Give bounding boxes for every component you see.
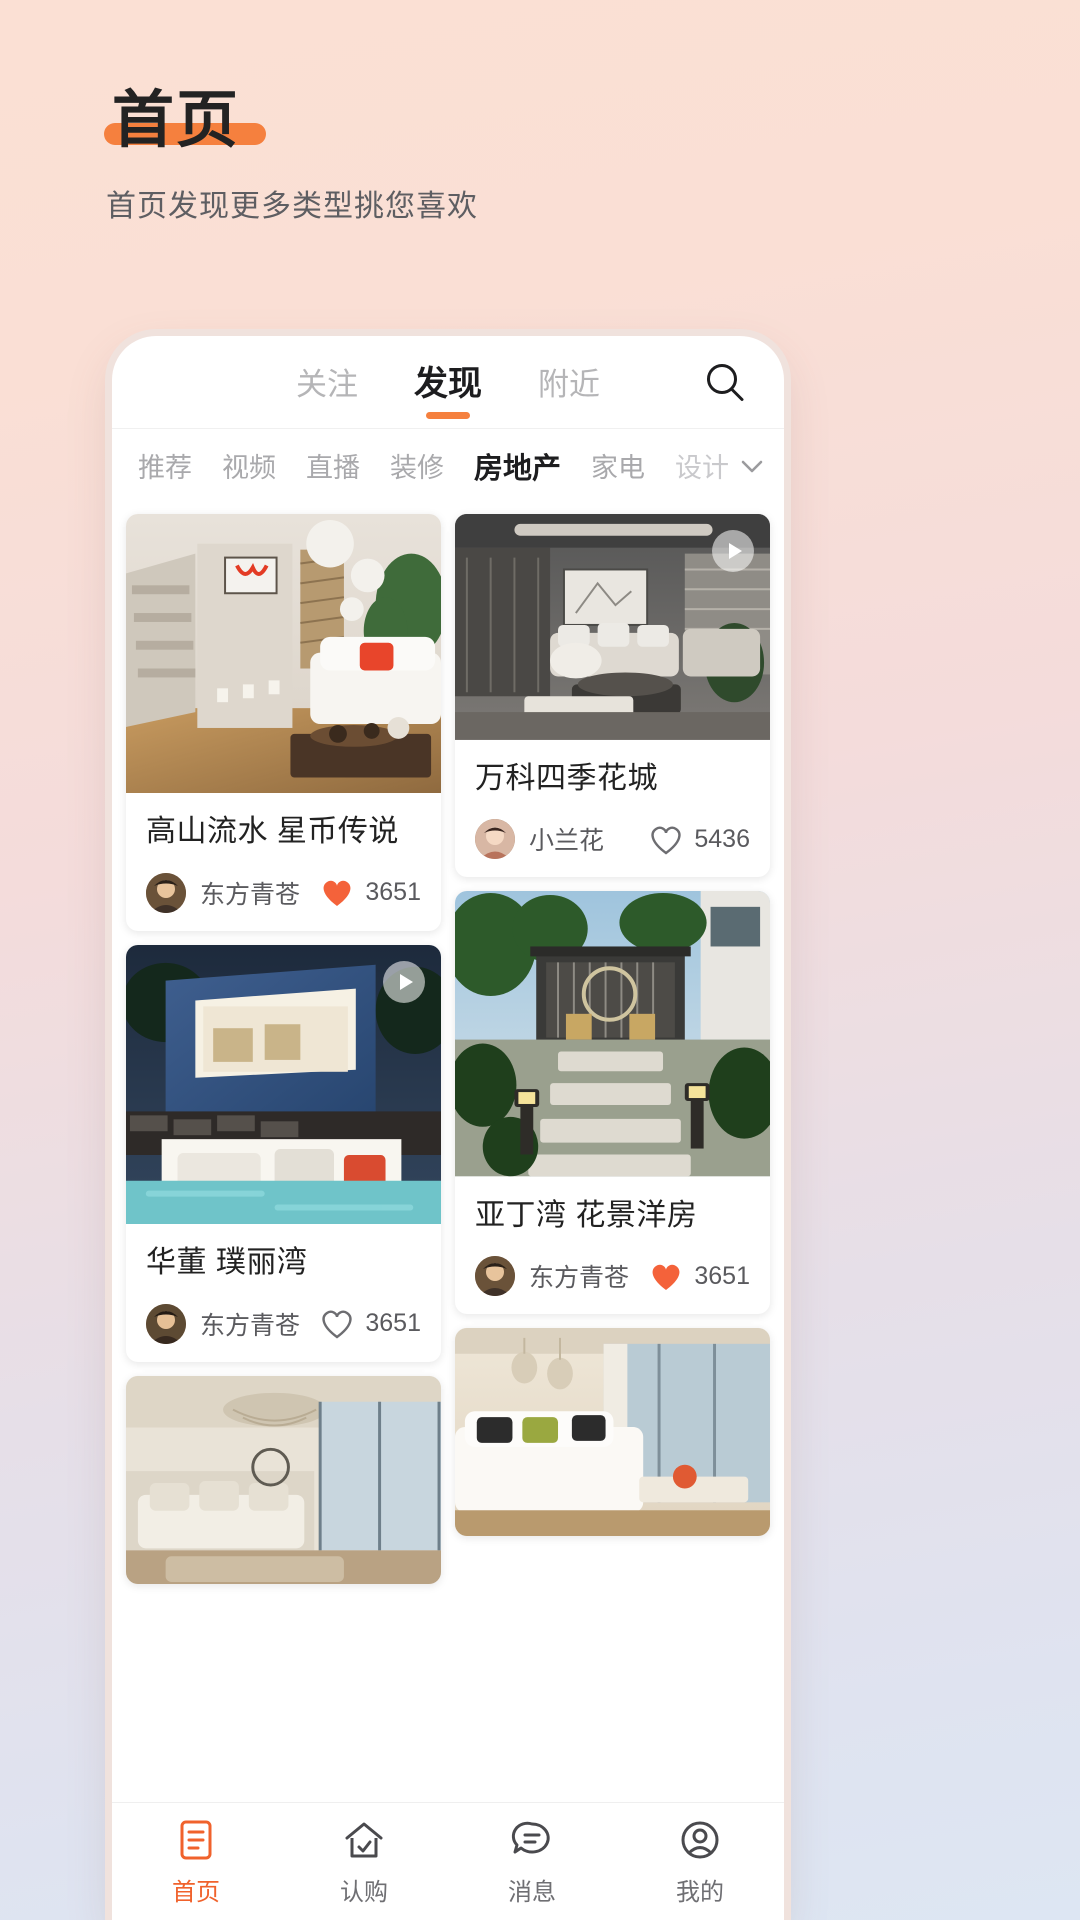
page-title-wrap: 首页 <box>104 86 266 155</box>
chip-renovation[interactable]: 装修 <box>390 446 444 485</box>
phone-mockup: 关注 发现 附近 推荐 视频 直播 装修 房地产 家电 设计 高山流水 星币传说… <box>112 336 784 1920</box>
card-body: 万科四季花城 小兰花 5436 <box>455 740 770 878</box>
tab-discover[interactable]: 发现 <box>414 356 482 417</box>
feed-card[interactable] <box>126 1375 441 1584</box>
chip-real-estate[interactable]: 房地产 <box>474 445 561 487</box>
nav-item-subscribe[interactable]: 认购 <box>280 1817 448 1907</box>
card-title: 亚丁湾 花景洋房 <box>475 1198 698 1232</box>
card-author: 东方青苍 <box>200 1311 301 1340</box>
heart-filled-icon[interactable] <box>320 877 354 908</box>
like-group[interactable]: 3651 <box>320 877 421 908</box>
tab-follow[interactable]: 关注 <box>296 359 358 416</box>
nav-item-profile[interactable]: 我的 <box>616 1817 784 1907</box>
chip-video[interactable]: 视频 <box>222 446 276 485</box>
heart-outline-icon[interactable] <box>320 1308 354 1339</box>
like-count: 3651 <box>365 878 421 907</box>
app-topbar: 关注 发现 附近 <box>112 336 784 428</box>
card-thumbnail[interactable] <box>126 1375 441 1584</box>
heart-outline-icon[interactable] <box>649 824 683 855</box>
nav-item-messages[interactable]: 消息 <box>448 1817 616 1907</box>
feed-card[interactable]: 高山流水 星币传说 东方青苍 3651 <box>126 514 441 931</box>
card-title: 万科四季花城 <box>475 761 658 795</box>
feed-card[interactable]: 亚丁湾 花景洋房 东方青苍 3651 <box>455 891 770 1315</box>
card-body: 华董 璞丽湾 东方青苍 3651 <box>126 1224 441 1362</box>
card-meta: 东方青苍 3651 <box>475 1256 750 1297</box>
card-body: 高山流水 星币传说 东方青苍 3651 <box>126 793 441 931</box>
avatar[interactable] <box>146 1303 186 1344</box>
chip-recommend[interactable]: 推荐 <box>138 446 192 485</box>
house-icon <box>345 1822 383 1857</box>
chevron-down-icon[interactable] <box>735 449 769 483</box>
card-thumbnail[interactable] <box>455 514 770 740</box>
card-title: 华董 璞丽湾 <box>146 1246 308 1280</box>
user-icon <box>681 1821 719 1858</box>
feed-column-left: 高山流水 星币传说 东方青苍 3651 华董 璞丽湾 东方青苍 3651 <box>126 514 441 1802</box>
nav-item-home[interactable]: 首页 <box>112 1817 280 1907</box>
card-thumbnail[interactable] <box>126 514 441 794</box>
chip-appliances[interactable]: 家电 <box>591 446 645 485</box>
home-list-icon <box>180 1820 212 1859</box>
nav-label-home: 首页 <box>172 1878 220 1906</box>
like-group[interactable]: 5436 <box>649 824 750 855</box>
tab-nearby[interactable]: 附近 <box>538 359 600 416</box>
chip-design[interactable]: 设计 <box>675 446 729 485</box>
nav-label-profile: 我的 <box>676 1878 724 1906</box>
play-icon[interactable] <box>712 530 754 572</box>
nav-label-subscribe: 认购 <box>340 1878 388 1906</box>
avatar[interactable] <box>475 819 515 860</box>
card-thumbnail[interactable] <box>455 1328 770 1537</box>
nav-label-messages: 消息 <box>508 1878 556 1906</box>
card-meta: 东方青苍 3651 <box>146 1303 421 1344</box>
play-icon[interactable] <box>383 960 425 1003</box>
heart-filled-icon[interactable] <box>649 1261 683 1292</box>
feed-card[interactable]: 万科四季花城 小兰花 5436 <box>455 514 770 878</box>
feed-column-right: 万科四季花城 小兰花 5436 亚丁湾 花景洋房 东方青苍 3651 <box>455 514 770 1802</box>
like-group[interactable]: 3651 <box>649 1261 750 1292</box>
bottom-navigation: 首页 认购 消息 我的 <box>112 1802 784 1920</box>
search-icon[interactable] <box>702 360 748 406</box>
like-count: 5436 <box>694 824 750 853</box>
page-title: 首页 <box>112 86 241 155</box>
like-count: 3651 <box>694 1261 750 1290</box>
chip-live[interactable]: 直播 <box>306 446 360 485</box>
content-feed[interactable]: 高山流水 星币传说 东方青苍 3651 华董 璞丽湾 东方青苍 3651 万科四… <box>112 502 784 1802</box>
card-thumbnail[interactable] <box>126 944 441 1225</box>
card-meta: 东方青苍 3651 <box>146 872 421 913</box>
card-meta: 小兰花 5436 <box>475 819 750 860</box>
category-chips: 推荐 视频 直播 装修 房地产 家电 设计 <box>138 445 729 487</box>
card-author: 东方青苍 <box>200 880 301 909</box>
like-count: 3651 <box>365 1309 421 1338</box>
page-header: 首页 首页发现更多类型挑您喜欢 <box>104 86 864 225</box>
card-thumbnail[interactable] <box>455 891 770 1177</box>
card-author: 东方青苍 <box>529 1264 630 1293</box>
feed-card[interactable]: 华董 璞丽湾 东方青苍 3651 <box>126 944 441 1362</box>
avatar[interactable] <box>475 1256 515 1297</box>
primary-tabs: 关注 发现 附近 <box>296 356 600 417</box>
card-title: 高山流水 星币传说 <box>146 815 399 849</box>
card-body: 亚丁湾 花景洋房 东方青苍 3651 <box>455 1177 770 1315</box>
message-icon <box>511 1821 550 1853</box>
card-author: 小兰花 <box>529 827 605 856</box>
feed-card[interactable] <box>455 1328 770 1537</box>
page-subtitle: 首页发现更多类型挑您喜欢 <box>106 190 478 224</box>
avatar[interactable] <box>146 872 186 913</box>
category-filter-bar: 推荐 视频 直播 装修 房地产 家电 设计 <box>112 428 784 502</box>
like-group[interactable]: 3651 <box>320 1308 421 1339</box>
